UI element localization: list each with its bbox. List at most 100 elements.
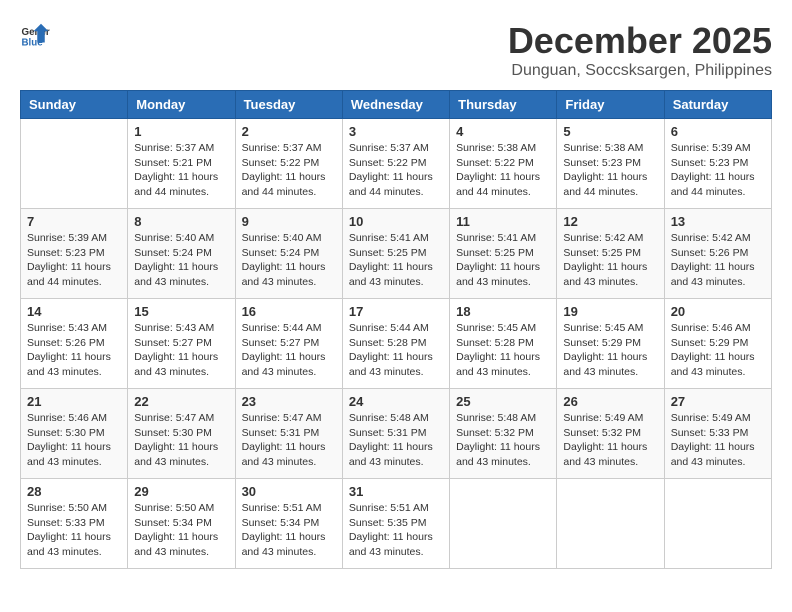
logo-icon: General Blue <box>20 20 50 50</box>
col-header-tuesday: Tuesday <box>235 91 342 119</box>
day-info: Sunrise: 5:39 AMSunset: 5:23 PMDaylight:… <box>671 141 765 200</box>
calendar-cell <box>664 479 771 569</box>
day-number: 28 <box>27 484 121 499</box>
day-number: 8 <box>134 214 228 229</box>
col-header-monday: Monday <box>128 91 235 119</box>
page-header: General Blue December 2025 Dunguan, Socc… <box>20 20 772 80</box>
day-number: 4 <box>456 124 550 139</box>
day-info: Sunrise: 5:38 AMSunset: 5:23 PMDaylight:… <box>563 141 657 200</box>
calendar-cell: 4 Sunrise: 5:38 AMSunset: 5:22 PMDaylight… <box>450 119 557 209</box>
day-number: 9 <box>242 214 336 229</box>
day-number: 12 <box>563 214 657 229</box>
title-block: December 2025 Dunguan, Soccsksargen, Phi… <box>508 20 772 80</box>
week-row-4: 21 Sunrise: 5:46 AMSunset: 5:30 PMDayligh… <box>21 389 772 479</box>
day-number: 31 <box>349 484 443 499</box>
calendar-cell: 16Sunrise: 5:44 AMSunset: 5:27 PMDayligh… <box>235 299 342 389</box>
day-number: 23 <box>242 394 336 409</box>
day-info: Sunrise: 5:51 AMSunset: 5:34 PMDaylight:… <box>242 501 336 560</box>
calendar-cell: 21 Sunrise: 5:46 AMSunset: 5:30 PMDayligh… <box>21 389 128 479</box>
day-info: Sunrise: 5:48 AMSunset: 5:32 PMDaylight:… <box>456 411 550 470</box>
calendar-cell: 24Sunrise: 5:48 AMSunset: 5:31 PMDayligh… <box>342 389 449 479</box>
calendar-cell: 7Sunrise: 5:39 AMSunset: 5:23 PMDaylight… <box>21 209 128 299</box>
calendar-cell: 25 Sunrise: 5:48 AMSunset: 5:32 PMDayligh… <box>450 389 557 479</box>
day-number: 19 <box>563 304 657 319</box>
calendar-cell: 26 Sunrise: 5:49 AMSunset: 5:32 PMDayligh… <box>557 389 664 479</box>
calendar-cell <box>21 119 128 209</box>
day-info: Sunrise: 5:50 AMSunset: 5:33 PMDaylight:… <box>27 501 121 560</box>
calendar-cell: 11 Sunrise: 5:41 AMSunset: 5:25 PMDayligh… <box>450 209 557 299</box>
day-info: Sunrise: 5:37 AMSunset: 5:22 PMDaylight:… <box>349 141 443 200</box>
day-number: 10 <box>349 214 443 229</box>
day-number: 26 <box>563 394 657 409</box>
day-info: Sunrise: 5:43 AMSunset: 5:27 PMDaylight:… <box>134 321 228 380</box>
calendar-cell: 29 Sunrise: 5:50 AMSunset: 5:34 PMDayligh… <box>128 479 235 569</box>
day-info: Sunrise: 5:50 AMSunset: 5:34 PMDaylight:… <box>134 501 228 560</box>
col-header-thursday: Thursday <box>450 91 557 119</box>
day-number: 17 <box>349 304 443 319</box>
calendar-cell: 10 Sunrise: 5:41 AMSunset: 5:25 PMDayligh… <box>342 209 449 299</box>
calendar-cell: 8 Sunrise: 5:40 AMSunset: 5:24 PMDaylight… <box>128 209 235 299</box>
day-info: Sunrise: 5:49 AMSunset: 5:33 PMDaylight:… <box>671 411 765 470</box>
day-number: 27 <box>671 394 765 409</box>
day-number: 22 <box>134 394 228 409</box>
day-number: 5 <box>563 124 657 139</box>
day-info: Sunrise: 5:45 AMSunset: 5:28 PMDaylight:… <box>456 321 550 380</box>
day-number: 29 <box>134 484 228 499</box>
calendar-cell: 6 Sunrise: 5:39 AMSunset: 5:23 PMDaylight… <box>664 119 771 209</box>
calendar-cell: 12 Sunrise: 5:42 AMSunset: 5:25 PMDayligh… <box>557 209 664 299</box>
calendar-table: SundayMondayTuesdayWednesdayThursdayFrid… <box>20 90 772 569</box>
day-number: 1 <box>134 124 228 139</box>
day-number: 6 <box>671 124 765 139</box>
calendar-cell: 28 Sunrise: 5:50 AMSunset: 5:33 PMDayligh… <box>21 479 128 569</box>
day-number: 2 <box>242 124 336 139</box>
calendar-cell: 20 Sunrise: 5:46 AMSunset: 5:29 PMDayligh… <box>664 299 771 389</box>
day-number: 7 <box>27 214 121 229</box>
day-info: Sunrise: 5:41 AMSunset: 5:25 PMDaylight:… <box>456 231 550 290</box>
calendar-cell: 17Sunrise: 5:44 AMSunset: 5:28 PMDayligh… <box>342 299 449 389</box>
day-info: Sunrise: 5:46 AMSunset: 5:30 PMDaylight:… <box>27 411 121 470</box>
calendar-cell: 27 Sunrise: 5:49 AMSunset: 5:33 PMDayligh… <box>664 389 771 479</box>
day-info: Sunrise: 5:47 AMSunset: 5:30 PMDaylight:… <box>134 411 228 470</box>
col-header-wednesday: Wednesday <box>342 91 449 119</box>
calendar-cell: 1Sunrise: 5:37 AMSunset: 5:21 PMDaylight… <box>128 119 235 209</box>
calendar-cell <box>557 479 664 569</box>
month-title: December 2025 <box>508 20 772 62</box>
calendar-cell: 13 Sunrise: 5:42 AMSunset: 5:26 PMDayligh… <box>664 209 771 299</box>
day-number: 16 <box>242 304 336 319</box>
calendar-cell: 14Sunrise: 5:43 AMSunset: 5:26 PMDayligh… <box>21 299 128 389</box>
calendar-header-row: SundayMondayTuesdayWednesdayThursdayFrid… <box>21 91 772 119</box>
week-row-1: 1Sunrise: 5:37 AMSunset: 5:21 PMDaylight… <box>21 119 772 209</box>
day-number: 20 <box>671 304 765 319</box>
day-info: Sunrise: 5:49 AMSunset: 5:32 PMDaylight:… <box>563 411 657 470</box>
day-number: 11 <box>456 214 550 229</box>
day-number: 21 <box>27 394 121 409</box>
col-header-saturday: Saturday <box>664 91 771 119</box>
col-header-friday: Friday <box>557 91 664 119</box>
day-number: 18 <box>456 304 550 319</box>
col-header-sunday: Sunday <box>21 91 128 119</box>
day-number: 13 <box>671 214 765 229</box>
calendar-cell: 31Sunrise: 5:51 AMSunset: 5:35 PMDayligh… <box>342 479 449 569</box>
day-number: 15 <box>134 304 228 319</box>
day-info: Sunrise: 5:42 AMSunset: 5:25 PMDaylight:… <box>563 231 657 290</box>
day-info: Sunrise: 5:38 AMSunset: 5:22 PMDaylight:… <box>456 141 550 200</box>
calendar-cell: 18 Sunrise: 5:45 AMSunset: 5:28 PMDayligh… <box>450 299 557 389</box>
calendar-cell <box>450 479 557 569</box>
calendar-cell: 30 Sunrise: 5:51 AMSunset: 5:34 PMDayligh… <box>235 479 342 569</box>
location: Dunguan, Soccsksargen, Philippines <box>508 62 772 80</box>
day-info: Sunrise: 5:45 AMSunset: 5:29 PMDaylight:… <box>563 321 657 380</box>
week-row-5: 28 Sunrise: 5:50 AMSunset: 5:33 PMDayligh… <box>21 479 772 569</box>
calendar-cell: 3Sunrise: 5:37 AMSunset: 5:22 PMDaylight… <box>342 119 449 209</box>
day-info: Sunrise: 5:40 AMSunset: 5:24 PMDaylight:… <box>242 231 336 290</box>
day-info: Sunrise: 5:42 AMSunset: 5:26 PMDaylight:… <box>671 231 765 290</box>
calendar-cell: 23Sunrise: 5:47 AMSunset: 5:31 PMDayligh… <box>235 389 342 479</box>
day-number: 30 <box>242 484 336 499</box>
calendar-cell: 19 Sunrise: 5:45 AMSunset: 5:29 PMDayligh… <box>557 299 664 389</box>
day-info: Sunrise: 5:46 AMSunset: 5:29 PMDaylight:… <box>671 321 765 380</box>
day-info: Sunrise: 5:40 AMSunset: 5:24 PMDaylight:… <box>134 231 228 290</box>
logo: General Blue <box>20 20 50 50</box>
day-number: 25 <box>456 394 550 409</box>
calendar-cell: 22 Sunrise: 5:47 AMSunset: 5:30 PMDayligh… <box>128 389 235 479</box>
calendar-cell: 9 Sunrise: 5:40 AMSunset: 5:24 PMDaylight… <box>235 209 342 299</box>
day-info: Sunrise: 5:41 AMSunset: 5:25 PMDaylight:… <box>349 231 443 290</box>
